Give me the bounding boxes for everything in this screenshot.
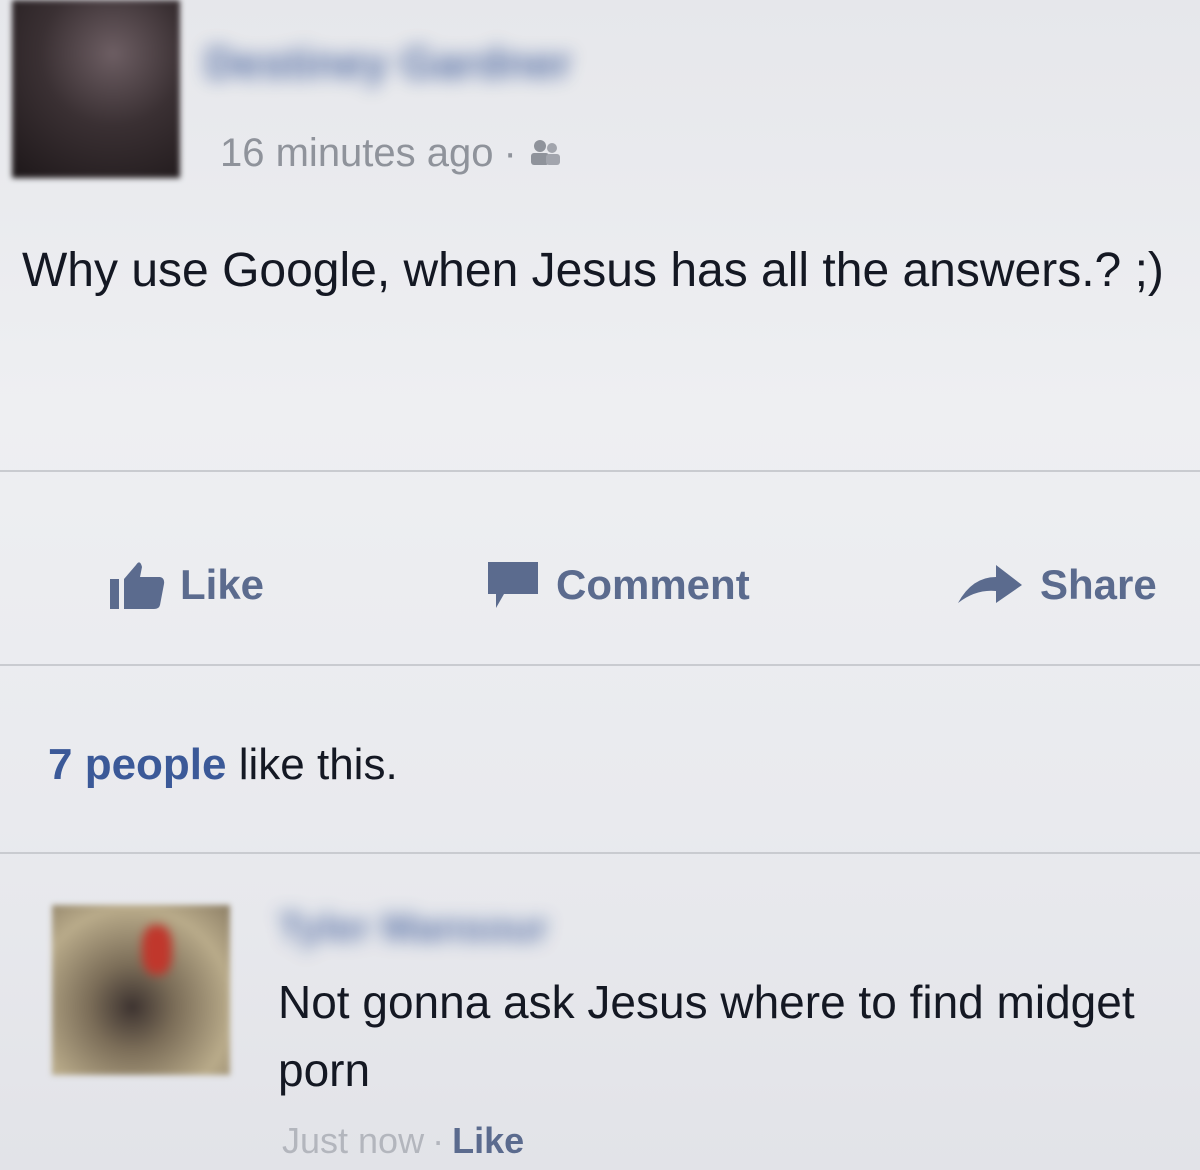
avatar-detail [142, 925, 172, 975]
like-button[interactable]: Like [108, 545, 264, 625]
speech-bubble-icon [488, 562, 538, 608]
like-label: Like [180, 561, 265, 608]
comment-label: Comment [556, 561, 750, 608]
commenter-avatar[interactable] [52, 905, 230, 1075]
likes-suffix: like this. [226, 740, 398, 789]
friends-icon[interactable] [527, 138, 563, 168]
share-button[interactable]: Share [954, 545, 1157, 625]
author-name[interactable]: Destiney Gardner [205, 38, 705, 90]
thumbs-up-icon [110, 562, 165, 609]
comment-text: Not gonna ask Jesus where to find midget… [278, 976, 1135, 1096]
post-meta: 16 minutes ago · [220, 128, 563, 178]
commenter-name[interactable]: Tyler Mansour [278, 902, 658, 954]
comment-timestamp[interactable]: Just now [282, 1116, 424, 1166]
author-avatar[interactable] [12, 0, 180, 178]
likes-summary: 7 people like this. [48, 735, 398, 795]
post-timestamp[interactable]: 16 minutes ago [220, 128, 494, 178]
action-bar: Like Comment Share [0, 545, 1200, 625]
share-label: Share [1040, 561, 1157, 608]
divider [0, 664, 1200, 666]
comment-meta-separator: · [432, 1120, 445, 1161]
comment-like-button[interactable]: Like [452, 1116, 524, 1166]
divider [0, 852, 1200, 854]
post-text: Why use Google, when Jesus has all the a… [22, 244, 1164, 297]
share-arrow-icon [958, 565, 1022, 603]
meta-separator: · [503, 131, 517, 175]
comment-button[interactable]: Comment [484, 545, 750, 625]
comment-meta: Just now · Like [282, 1116, 524, 1166]
post-header: Destiney Gardner 16 minutes ago · [0, 0, 1200, 200]
likes-count-link[interactable]: 7 people [48, 740, 227, 789]
divider [0, 470, 1200, 472]
